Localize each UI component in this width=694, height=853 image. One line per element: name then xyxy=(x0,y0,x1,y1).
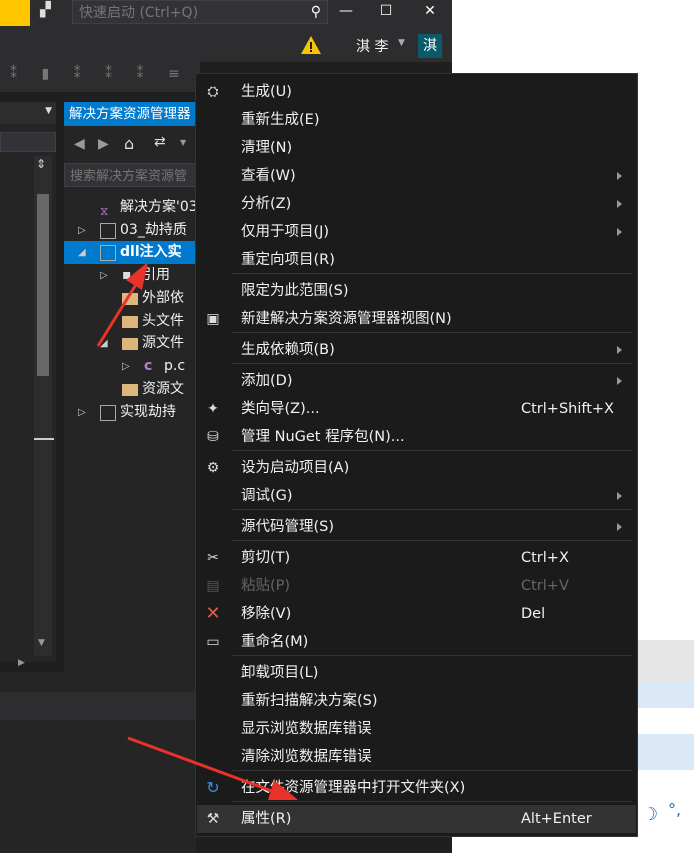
annotation-arrows xyxy=(96,262,298,800)
annotation-arrow-up xyxy=(96,262,148,347)
annotation-arrow-down xyxy=(127,736,298,800)
